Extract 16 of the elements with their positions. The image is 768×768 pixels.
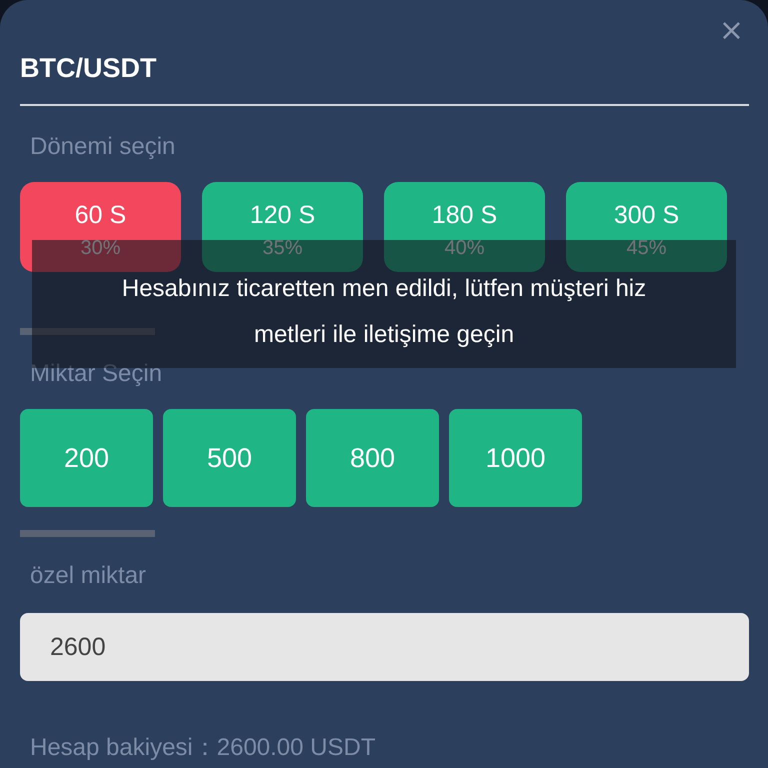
section-label: Dönemi seçin xyxy=(29,132,176,162)
dialog-title: BTC/USDT xyxy=(20,52,158,84)
section-label: özel miktar xyxy=(29,561,148,591)
amount-input[interactable]: 2600 xyxy=(20,613,749,681)
period-option[interactable]: 300 S 45% xyxy=(566,182,727,272)
period-option[interactable]: 180 S 40% xyxy=(384,182,545,272)
amount-option[interactable]: 200 xyxy=(20,409,153,507)
period-option[interactable]: 120 S 35% xyxy=(202,182,363,272)
period-option[interactable]: 60 S 30% xyxy=(20,182,181,272)
amount-option[interactable]: 800 xyxy=(306,409,439,507)
section-label: Miktar Seçin xyxy=(29,359,164,389)
amount-option[interactable]: 500 xyxy=(163,409,296,507)
amount-option[interactable]: 1000 xyxy=(449,409,582,507)
close-button[interactable]: × xyxy=(718,16,744,46)
balance-label: Hesap bakiyesi： xyxy=(30,733,217,763)
balance-value: 2600.00 USDT xyxy=(216,734,376,762)
